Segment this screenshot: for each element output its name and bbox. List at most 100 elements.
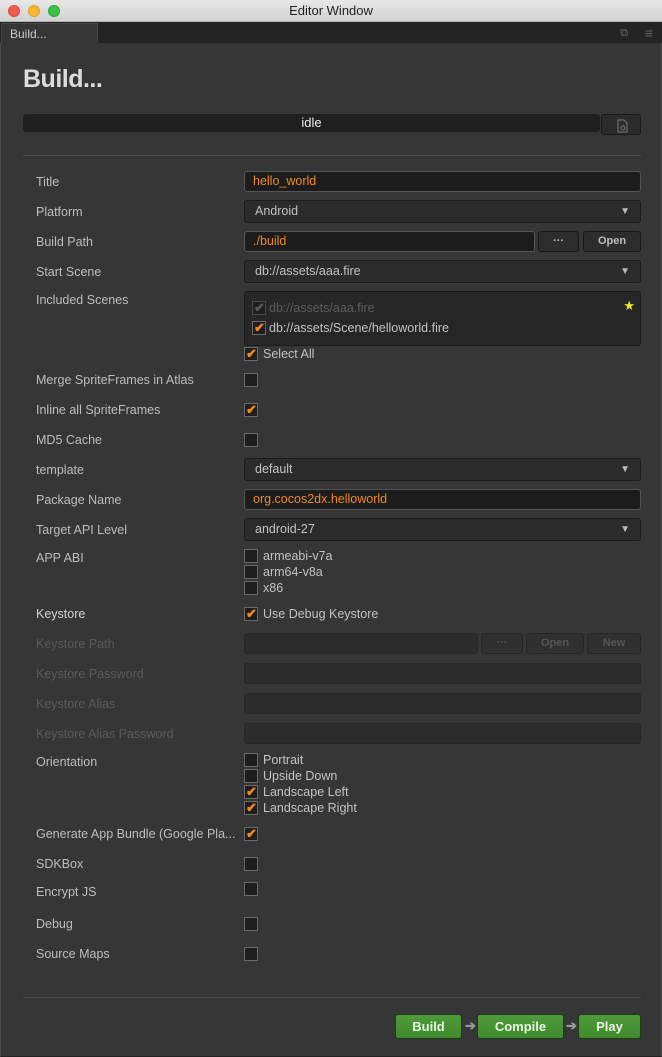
- debug-checkbox[interactable]: [244, 917, 258, 931]
- md5-cache-label: MD5 Cache: [36, 433, 102, 447]
- start-scene-select[interactable]: db://assets/aaa.fire ▼: [244, 260, 641, 283]
- encrypt-js-checkbox[interactable]: [244, 882, 258, 896]
- target-api-select[interactable]: android-27 ▼: [244, 518, 641, 541]
- arrow-right-icon: ➔: [465, 1018, 476, 1033]
- log-file-icon: [617, 119, 628, 133]
- platform-select[interactable]: Android ▼: [244, 200, 641, 223]
- abi-option-label: armeabi-v7a: [263, 549, 333, 563]
- sdkbox-checkbox[interactable]: [244, 857, 258, 871]
- merge-spriteframes-checkbox[interactable]: [244, 373, 258, 387]
- popout-icon[interactable]: ⧉: [618, 27, 630, 39]
- check-icon: ✔: [246, 800, 257, 815]
- title-label: Title: [36, 175, 60, 189]
- select-all-checkbox[interactable]: ✔: [244, 346, 258, 361]
- close-window-button[interactable]: [8, 5, 20, 17]
- abi-arm64-v8a-checkbox[interactable]: [244, 565, 258, 579]
- keystore-new-button[interactable]: New: [587, 633, 641, 654]
- compile-button[interactable]: Compile: [477, 1014, 564, 1039]
- included-scenes-label: Included Scenes: [36, 293, 129, 307]
- build-path-browse-button[interactable]: ···: [538, 231, 579, 252]
- select-all-label: Select All: [263, 347, 315, 361]
- orientation-option-label: Portrait: [263, 753, 304, 767]
- orientation-landscape-right-checkbox[interactable]: ✔: [244, 800, 258, 815]
- start-scene-value: db://assets/aaa.fire: [255, 264, 361, 278]
- abi-option-label: x86: [263, 581, 284, 595]
- window-title: Editor Window: [289, 3, 373, 18]
- check-icon: ✔: [246, 606, 257, 621]
- app-bundle-checkbox[interactable]: ✔: [244, 826, 258, 841]
- build-path-label: Build Path: [36, 235, 93, 249]
- menu-icon[interactable]: ≡: [643, 26, 655, 40]
- use-debug-keystore-checkbox[interactable]: ✔: [244, 606, 258, 621]
- chevron-down-icon: ▼: [620, 206, 630, 217]
- keystore-alias-label: Keystore Alias: [36, 697, 116, 711]
- title-input[interactable]: hello_world: [244, 171, 641, 192]
- check-icon: ✔: [254, 320, 265, 335]
- orientation-portrait-checkbox[interactable]: [244, 753, 258, 767]
- abi-x86-checkbox[interactable]: [244, 581, 258, 595]
- chevron-down-icon: ▼: [620, 524, 630, 535]
- included-scenes-list: ✔ db://assets/aaa.fire ★ ✔ db://assets/S…: [244, 291, 641, 346]
- chevron-down-icon: ▼: [620, 266, 630, 277]
- scene-item-label: db://assets/Scene/helloworld.fire: [269, 321, 449, 335]
- abi-armeabi-v7a-checkbox[interactable]: [244, 549, 258, 563]
- abi-option-label: arm64-v8a: [263, 565, 323, 579]
- inline-spriteframes-checkbox[interactable]: ✔: [244, 402, 258, 417]
- source-maps-checkbox[interactable]: [244, 947, 258, 961]
- keystore-label: Keystore: [36, 607, 86, 621]
- check-icon: ✔: [246, 784, 257, 799]
- use-debug-keystore-label: Use Debug Keystore: [263, 607, 379, 621]
- debug-label: Debug: [36, 917, 73, 931]
- build-button[interactable]: Build: [395, 1014, 462, 1039]
- check-icon: ✔: [246, 402, 257, 417]
- window-titlebar: Editor Window: [0, 0, 662, 22]
- md5-cache-checkbox[interactable]: [244, 433, 258, 447]
- check-icon: ✔: [246, 826, 257, 841]
- minimize-window-button[interactable]: [28, 5, 40, 17]
- template-value: default: [255, 462, 293, 476]
- keystore-password-input[interactable]: [244, 663, 641, 684]
- keystore-alias-input[interactable]: [244, 693, 641, 714]
- star-icon: ★: [623, 298, 635, 313]
- keystore-path-input[interactable]: [244, 633, 478, 654]
- merge-spriteframes-label: Merge SpriteFrames in Atlas: [36, 373, 194, 387]
- header-divider: [23, 155, 641, 156]
- keystore-password-label: Keystore Password: [36, 667, 144, 681]
- start-scene-label: Start Scene: [36, 265, 102, 279]
- page-title: Build...: [23, 65, 103, 93]
- build-path-open-button[interactable]: Open: [583, 231, 641, 252]
- tab-bar: Build... ⧉ ≡: [0, 22, 662, 44]
- orientation-option-label: Landscape Right: [263, 801, 357, 815]
- open-log-button[interactable]: [601, 114, 641, 135]
- scene-item-label: db://assets/aaa.fire: [269, 301, 375, 315]
- arrow-right-icon: ➔: [566, 1018, 577, 1033]
- sdkbox-label: SDKBox: [36, 857, 84, 871]
- orientation-landscape-left-checkbox[interactable]: ✔: [244, 784, 258, 799]
- chevron-down-icon: ▼: [620, 464, 630, 475]
- build-path-input[interactable]: ./build: [244, 231, 535, 252]
- keystore-path-label: Keystore Path: [36, 637, 115, 651]
- keystore-alias-password-input[interactable]: [244, 723, 641, 744]
- maximize-window-button[interactable]: [48, 5, 60, 17]
- package-name-label: Package Name: [36, 493, 122, 507]
- package-name-input[interactable]: org.cocos2dx.helloworld: [244, 489, 641, 510]
- play-button[interactable]: Play: [578, 1014, 641, 1039]
- encrypt-js-label: Encrypt JS: [36, 885, 97, 899]
- target-api-label: Target API Level: [36, 523, 128, 537]
- tab-build[interactable]: Build...: [1, 23, 98, 44]
- keystore-path-browse-button[interactable]: ···: [481, 633, 523, 654]
- template-select[interactable]: default ▼: [244, 458, 641, 481]
- source-maps-label: Source Maps: [36, 947, 110, 961]
- scene-checkbox-aaa: ✔: [252, 300, 266, 315]
- keystore-alias-password-label: Keystore Alias Password: [36, 727, 174, 741]
- check-icon: ✔: [246, 346, 257, 361]
- app-abi-label: APP ABI: [36, 551, 84, 565]
- platform-label: Platform: [36, 205, 83, 219]
- orientation-upside-down-checkbox[interactable]: [244, 769, 258, 783]
- scene-checkbox-helloworld[interactable]: ✔: [252, 320, 266, 335]
- app-bundle-label: Generate App Bundle (Google Pla...: [36, 827, 236, 841]
- target-api-value: android-27: [255, 522, 315, 536]
- build-status-bar: idle: [23, 114, 600, 132]
- orientation-option-label: Upside Down: [263, 769, 338, 783]
- keystore-path-open-button[interactable]: Open: [526, 633, 584, 654]
